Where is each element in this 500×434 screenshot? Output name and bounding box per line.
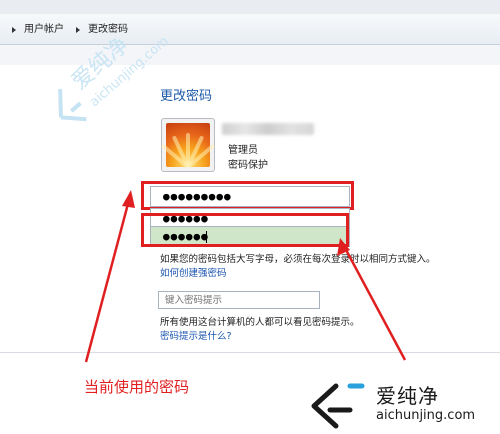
brand-url: aichunjing.com (376, 408, 476, 423)
brand-watermark: 爱纯净 aichunjing.com (296, 378, 500, 434)
annotation-label: 当前使用的密码 (84, 378, 190, 396)
brand-name: 爱纯净 (376, 384, 439, 408)
annotation-arrows (84, 190, 407, 363)
arrow-head-icon (122, 190, 135, 208)
brand-logo-icon (311, 383, 365, 429)
